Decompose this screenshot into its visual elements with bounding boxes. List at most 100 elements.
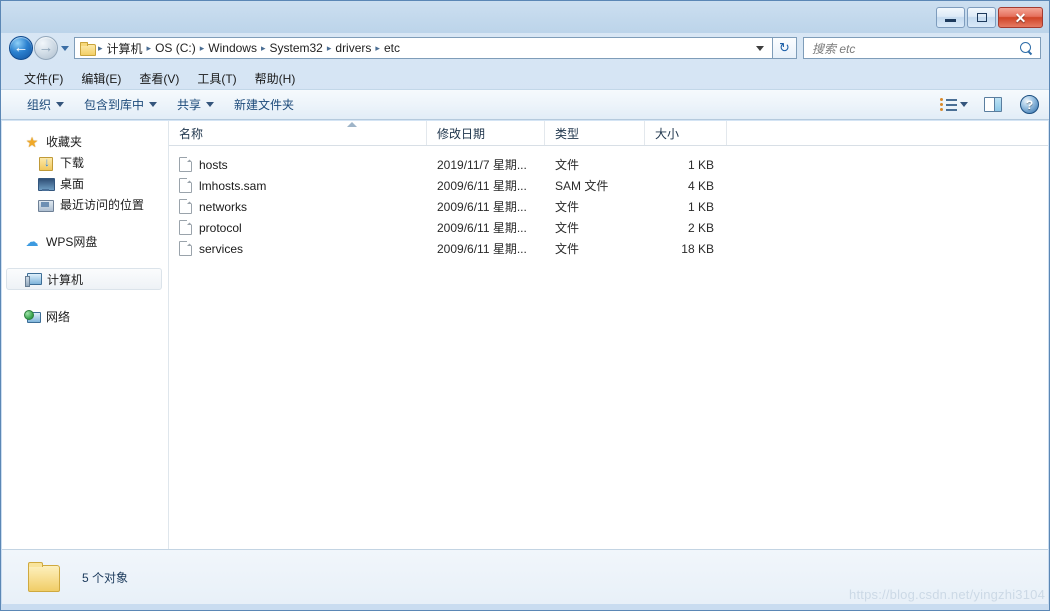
chevron-down-icon (149, 102, 158, 107)
menu-item-file[interactable]: 文件(F) (15, 68, 72, 89)
table-row[interactable]: networks 2009/6/11 星期... 文件 1 KB (169, 196, 1048, 217)
file-date-cell: 2009/6/11 星期... (437, 200, 527, 214)
include-in-library-label: 包含到库中 (84, 98, 145, 112)
new-folder-button[interactable]: 新建文件夹 (224, 93, 304, 116)
refresh-icon: ↻ (779, 40, 790, 55)
chevron-down-icon (56, 102, 65, 107)
table-row[interactable]: lmhosts.sam 2009/6/11 星期... SAM 文件 4 KB (169, 175, 1048, 196)
explorer-body: ★ 收藏夹 下载 桌面 最近访问的位置 ☁ WPS网盘 (2, 121, 1048, 549)
minimize-button[interactable] (936, 7, 965, 28)
close-button[interactable]: ✕ (998, 7, 1043, 28)
new-folder-label: 新建文件夹 (234, 98, 295, 112)
view-dot (940, 107, 943, 111)
column-header-label: 大小 (655, 126, 680, 141)
view-line (946, 98, 957, 101)
file-name-cell: protocol (169, 220, 427, 235)
file-icon (179, 157, 192, 172)
breadcrumb-item-computer[interactable]: 计算机 (104, 40, 146, 57)
folder-icon (80, 41, 96, 56)
file-size-cell: 2 KB (687, 220, 714, 235)
file-name: hosts (199, 157, 228, 172)
explorer-window: ✕ ← → ▸ 计算机 ▸ OS (C:) ▸ Windows ▸ System… (0, 0, 1050, 611)
sidebar-item-computer[interactable]: 计算机 (6, 268, 162, 290)
breadcrumb-item-etc[interactable]: etc (381, 41, 403, 55)
search-icon (1020, 41, 1033, 55)
back-arrow-icon: ← (13, 39, 29, 56)
file-type-cell: 文件 (555, 200, 580, 214)
desktop-icon (38, 176, 55, 192)
column-header-size[interactable]: 大小 (645, 121, 727, 145)
file-date-cell: 2009/6/11 星期... (437, 221, 527, 235)
sidebar-item-downloads[interactable]: 下载 (2, 152, 168, 173)
network-icon (24, 309, 41, 325)
sidebar-item-network[interactable]: 网络 (2, 306, 168, 327)
file-name: networks (199, 199, 248, 214)
change-view-icon[interactable] (940, 97, 958, 112)
recent-pages-chevron-down-icon[interactable] (61, 45, 69, 51)
column-header-label: 类型 (555, 126, 580, 141)
file-name: lmhosts.sam (199, 178, 267, 193)
sidebar-item-desktop[interactable]: 桌面 (2, 173, 168, 194)
column-header-label: 修改日期 (437, 126, 486, 141)
maximize-icon (976, 13, 987, 22)
breadcrumb-item-os-c[interactable]: OS (C:) (152, 41, 199, 55)
cloud-icon: ☁ (25, 233, 39, 249)
sidebar-item-label: 桌面 (60, 177, 85, 191)
table-row[interactable]: protocol 2009/6/11 星期... 文件 2 KB (169, 217, 1048, 238)
watermark: https://blog.csdn.net/yingzhi3104 (849, 587, 1045, 602)
column-header-type[interactable]: 类型 (545, 121, 645, 145)
file-icon (179, 220, 192, 235)
breadcrumb-item-windows[interactable]: Windows (205, 41, 260, 55)
table-row[interactable]: hosts 2019/11/7 星期... 文件 1 KB (169, 154, 1048, 175)
file-name-cell: networks (169, 199, 427, 214)
file-icon (179, 199, 192, 214)
view-chevron-down-icon[interactable] (960, 102, 968, 107)
breadcrumb-item-drivers[interactable]: drivers (332, 41, 374, 55)
column-header-name[interactable]: 名称 (169, 121, 427, 145)
breadcrumb[interactable]: ▸ 计算机 ▸ OS (C:) ▸ Windows ▸ System32 ▸ d… (74, 37, 773, 59)
star-icon: ★ (25, 133, 39, 150)
address-bar: ← → ▸ 计算机 ▸ OS (C:) ▸ Windows ▸ System32… (1, 33, 1049, 63)
organize-label: 组织 (27, 98, 52, 112)
refresh-button[interactable]: ↻ (773, 37, 797, 59)
file-size-cell: 18 KB (681, 241, 714, 256)
view-line (946, 103, 957, 106)
table-row[interactable]: services 2009/6/11 星期... 文件 18 KB (169, 238, 1048, 259)
view-dot (940, 97, 943, 101)
file-type-cell: 文件 (555, 242, 580, 256)
maximize-button[interactable] (967, 7, 996, 28)
sidebar-item-label: 网络 (46, 310, 71, 324)
file-list-pane: 名称 修改日期 类型 大小 hosts 2019/11/7 星期... 文件 1… (169, 121, 1048, 549)
menu-item-edit[interactable]: 编辑(E) (72, 68, 130, 89)
file-size-cell: 1 KB (687, 157, 714, 172)
file-name-cell: services (169, 241, 427, 256)
file-type-cell: 文件 (555, 158, 580, 172)
search-input[interactable]: 搜索 etc (803, 37, 1041, 59)
menu-item-view[interactable]: 查看(V) (130, 68, 188, 89)
share-button[interactable]: 共享 (167, 93, 224, 116)
file-size-cell: 1 KB (687, 199, 714, 214)
file-name: services (199, 241, 244, 256)
sidebar-item-favorites[interactable]: ★ 收藏夹 (2, 131, 168, 152)
window-controls: ✕ (936, 7, 1043, 28)
sort-ascending-icon (347, 122, 357, 127)
file-name-cell: lmhosts.sam (169, 178, 427, 193)
breadcrumb-chevron-down-icon[interactable] (756, 45, 764, 51)
preview-pane-icon[interactable] (984, 97, 1002, 112)
back-button[interactable]: ← (9, 36, 33, 60)
breadcrumb-item-system32[interactable]: System32 (267, 41, 326, 55)
menu-item-tools[interactable]: 工具(T) (188, 68, 245, 89)
forward-button[interactable]: → (34, 36, 58, 60)
share-label: 共享 (177, 98, 202, 112)
include-in-library-button[interactable]: 包含到库中 (74, 93, 167, 116)
sidebar-item-wps-cloud[interactable]: ☁ WPS网盘 (2, 231, 168, 252)
toolbar-icons: ? (940, 95, 1043, 114)
sidebar-item-recent-places[interactable]: 最近访问的位置 (2, 194, 168, 215)
menu-item-help[interactable]: 帮助(H) (246, 68, 305, 89)
help-icon[interactable]: ? (1020, 95, 1039, 114)
column-header-date-modified[interactable]: 修改日期 (427, 121, 545, 145)
file-date-cell: 2009/6/11 星期... (437, 242, 527, 256)
organize-button[interactable]: 组织 (17, 93, 74, 116)
